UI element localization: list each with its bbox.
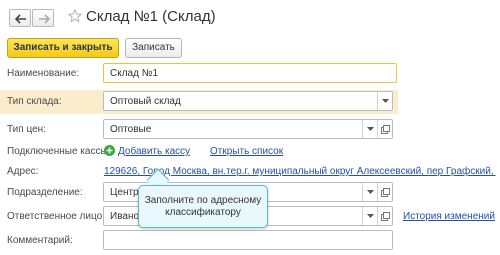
address-tooltip: Заполните по адресному классификатору	[138, 185, 268, 228]
arrow-right-icon	[39, 14, 50, 24]
dropdown-button[interactable]	[362, 120, 377, 138]
arrow-left-icon	[15, 14, 26, 24]
chevron-down-icon	[382, 99, 389, 103]
warehouse-type-value: Оптовый склад	[110, 96, 181, 107]
open-window-icon	[381, 125, 390, 134]
price-type-label: Тип цен:	[7, 124, 46, 135]
department-label: Подразделение:	[7, 187, 83, 198]
page-title: Склад №1 (Склад)	[86, 8, 216, 25]
chevron-down-icon	[367, 190, 374, 194]
open-window-icon	[381, 212, 390, 221]
chevron-down-icon	[367, 214, 374, 218]
dropdown-button[interactable]	[377, 92, 392, 110]
warehouse-type-label: Тип склада:	[7, 96, 62, 107]
name-value: Склад №1	[110, 68, 159, 79]
warehouse-type-select[interactable]: Оптовый склад	[103, 91, 393, 111]
dropdown-button[interactable]	[362, 183, 377, 201]
add-icon[interactable]	[104, 145, 115, 156]
price-type-value: Оптовые	[110, 124, 152, 135]
open-button[interactable]	[377, 207, 392, 225]
comment-input[interactable]	[103, 230, 393, 250]
name-label: Наименование:	[7, 68, 80, 79]
change-history-link[interactable]: История изменений	[403, 211, 495, 222]
tooltip-text-line1: Заполните по адресному	[144, 195, 262, 206]
comment-label: Комментарий:	[7, 235, 73, 246]
open-button[interactable]	[377, 183, 392, 201]
open-button[interactable]	[377, 120, 392, 138]
open-window-icon	[381, 188, 390, 197]
star-icon[interactable]	[68, 9, 82, 23]
cash-registers-label: Подключенные кассы:	[7, 146, 111, 157]
tooltip-text-line2: классификатору	[165, 207, 241, 218]
dropdown-button[interactable]	[362, 207, 377, 225]
save-and-close-button[interactable]: Записать и закрыть	[7, 38, 119, 58]
responsible-label: Ответственное лицо:	[7, 211, 105, 222]
name-input[interactable]: Склад №1	[103, 63, 397, 83]
forward-button[interactable]	[32, 9, 54, 27]
save-button[interactable]: Записать	[125, 38, 182, 58]
price-type-select[interactable]: Оптовые	[103, 119, 393, 139]
chevron-down-icon	[367, 127, 374, 131]
back-button[interactable]	[9, 9, 31, 27]
address-label: Адрес:	[7, 166, 39, 177]
open-list-link[interactable]: Открыть список	[210, 146, 283, 157]
add-cash-register-link[interactable]: Добавить кассу	[118, 146, 190, 157]
